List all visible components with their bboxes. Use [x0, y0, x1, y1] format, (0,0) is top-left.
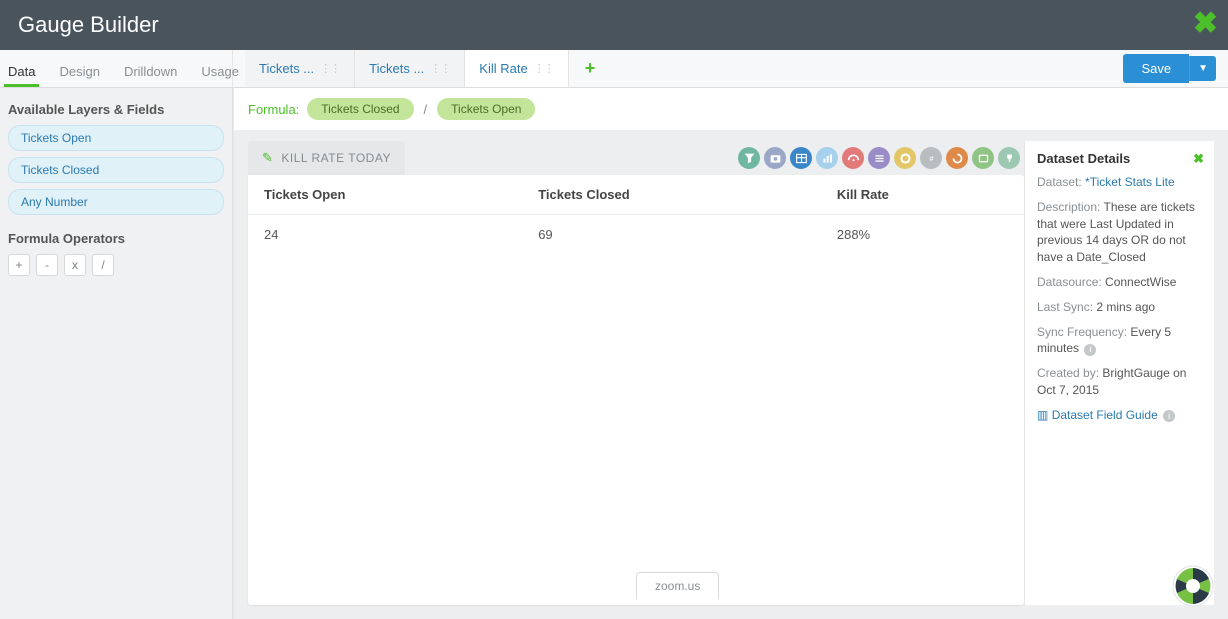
dataset-details-panel: ✖ Dataset Details Dataset: *Ticket Stats…: [1024, 141, 1214, 605]
details-key: Last Sync:: [1037, 300, 1093, 314]
details-key: Datasource:: [1037, 275, 1102, 289]
info-icon[interactable]: i: [1084, 344, 1096, 356]
details-key: Sync Frequency:: [1037, 325, 1127, 339]
doc-tab-label: Tickets ...: [259, 61, 314, 76]
page-title: Gauge Builder: [18, 12, 159, 38]
doc-tab-label: Kill Rate: [479, 61, 527, 76]
gauge-icon[interactable]: [842, 147, 864, 169]
tab-design[interactable]: Design: [55, 54, 103, 87]
save-group: Save ▼: [1123, 50, 1228, 87]
data-table: Tickets Open Tickets Closed Kill Rate 24…: [248, 175, 1024, 254]
tab-data[interactable]: Data: [4, 54, 39, 87]
tab-drilldown[interactable]: Drilldown: [120, 54, 181, 87]
cell: 288%: [821, 215, 1024, 255]
save-button[interactable]: Save: [1123, 54, 1189, 83]
svg-text:#: #: [929, 153, 934, 162]
op-divide[interactable]: /: [92, 254, 114, 276]
doc-tab-label: Tickets ...: [369, 61, 424, 76]
info-icon[interactable]: i: [1163, 410, 1175, 422]
cell: 69: [522, 215, 821, 255]
save-dropdown-button[interactable]: ▼: [1189, 56, 1216, 81]
card-icon[interactable]: [972, 147, 994, 169]
formula-label: Formula:: [248, 102, 299, 117]
details-key: Created by:: [1037, 366, 1099, 380]
formula-chip[interactable]: Tickets Closed: [307, 98, 413, 120]
table-row: 24 69 288%: [248, 215, 1024, 255]
doc-tab-0[interactable]: Tickets ... ⋮⋮: [245, 50, 355, 87]
main-area: Formula: Tickets Closed / Tickets Open ✎…: [233, 88, 1228, 619]
drag-handle-icon[interactable]: ⋮⋮: [534, 62, 554, 75]
operator-row: + - x /: [8, 254, 224, 276]
table-icon[interactable]: [790, 147, 812, 169]
formula-bar: Formula: Tickets Closed / Tickets Open: [234, 88, 1228, 131]
col-header[interactable]: Kill Rate: [821, 175, 1024, 215]
drag-handle-icon[interactable]: ⋮⋮: [320, 62, 340, 75]
formula-chip[interactable]: Tickets Open: [437, 98, 535, 120]
canvas: ✎ KILL RATE TODAY #: [234, 131, 1228, 619]
funnel-icon[interactable]: [738, 147, 760, 169]
card-title: KILL RATE TODAY: [281, 151, 391, 165]
details-value: ConnectWise: [1105, 275, 1176, 289]
cell: 24: [248, 215, 522, 255]
op-multiply[interactable]: x: [64, 254, 86, 276]
op-plus[interactable]: +: [8, 254, 30, 276]
op-minus[interactable]: -: [36, 254, 58, 276]
formula-op: /: [422, 102, 430, 117]
leaderboard-icon[interactable]: [998, 147, 1020, 169]
card-title-tab[interactable]: ✎ KILL RATE TODAY: [248, 141, 405, 175]
details-key: Description:: [1037, 200, 1100, 214]
zoom-indicator[interactable]: zoom.us: [636, 572, 719, 599]
sidebar-layers-heading: Available Layers & Fields: [8, 102, 224, 117]
donut-icon[interactable]: [894, 147, 916, 169]
document-tabs: Tickets ...⋮⋮ Tickets ...⋮⋮ Kill Rate⋮⋮ …: [233, 50, 1228, 87]
snapshot-icon[interactable]: [764, 147, 786, 169]
layer-chip[interactable]: Tickets Closed: [8, 157, 224, 183]
number-icon[interactable]: #: [920, 147, 942, 169]
card-body: Tickets Open Tickets Closed Kill Rate 24…: [248, 175, 1024, 605]
sidebar-ops-heading: Formula Operators: [8, 231, 224, 246]
sidebar: Available Layers & Fields Tickets Open T…: [0, 88, 233, 619]
builder-mode-tabs: Data Design Drilldown Usage: [0, 50, 233, 87]
layer-chip[interactable]: Any Number: [8, 189, 224, 215]
details-title: Dataset Details: [1037, 151, 1202, 166]
details-key: Dataset:: [1037, 175, 1082, 189]
pencil-icon[interactable]: ✎: [262, 150, 273, 166]
close-details-icon[interactable]: ✖: [1193, 151, 1204, 167]
brand-badge-icon[interactable]: [1172, 565, 1214, 607]
tab-bar: Data Design Drilldown Usage Tickets ... ⋮…: [0, 50, 1228, 88]
dataset-link[interactable]: *Ticket Stats Lite: [1085, 175, 1175, 189]
progress-icon[interactable]: [946, 147, 968, 169]
list-icon[interactable]: [868, 147, 890, 169]
doc-tab-1[interactable]: Tickets ... ⋮⋮: [355, 50, 465, 87]
drag-handle-icon[interactable]: ⋮⋮: [430, 62, 450, 75]
details-value: 2 mins ago: [1096, 300, 1155, 314]
card: ✎ KILL RATE TODAY #: [248, 141, 1024, 605]
col-header[interactable]: Tickets Open: [248, 175, 522, 215]
layer-chip[interactable]: Tickets Open: [8, 125, 224, 151]
doc-tab-2[interactable]: Kill Rate ⋮⋮: [465, 50, 568, 87]
title-bar: Gauge Builder ✖: [0, 0, 1228, 50]
col-header[interactable]: Tickets Closed: [522, 175, 821, 215]
chart-type-icons: #: [738, 147, 1024, 169]
close-icon[interactable]: ✖: [1193, 6, 1218, 41]
bar-chart-icon[interactable]: [816, 147, 838, 169]
field-guide-link[interactable]: Dataset Field Guide: [1052, 408, 1158, 422]
add-tab-button[interactable]: +: [569, 50, 612, 87]
